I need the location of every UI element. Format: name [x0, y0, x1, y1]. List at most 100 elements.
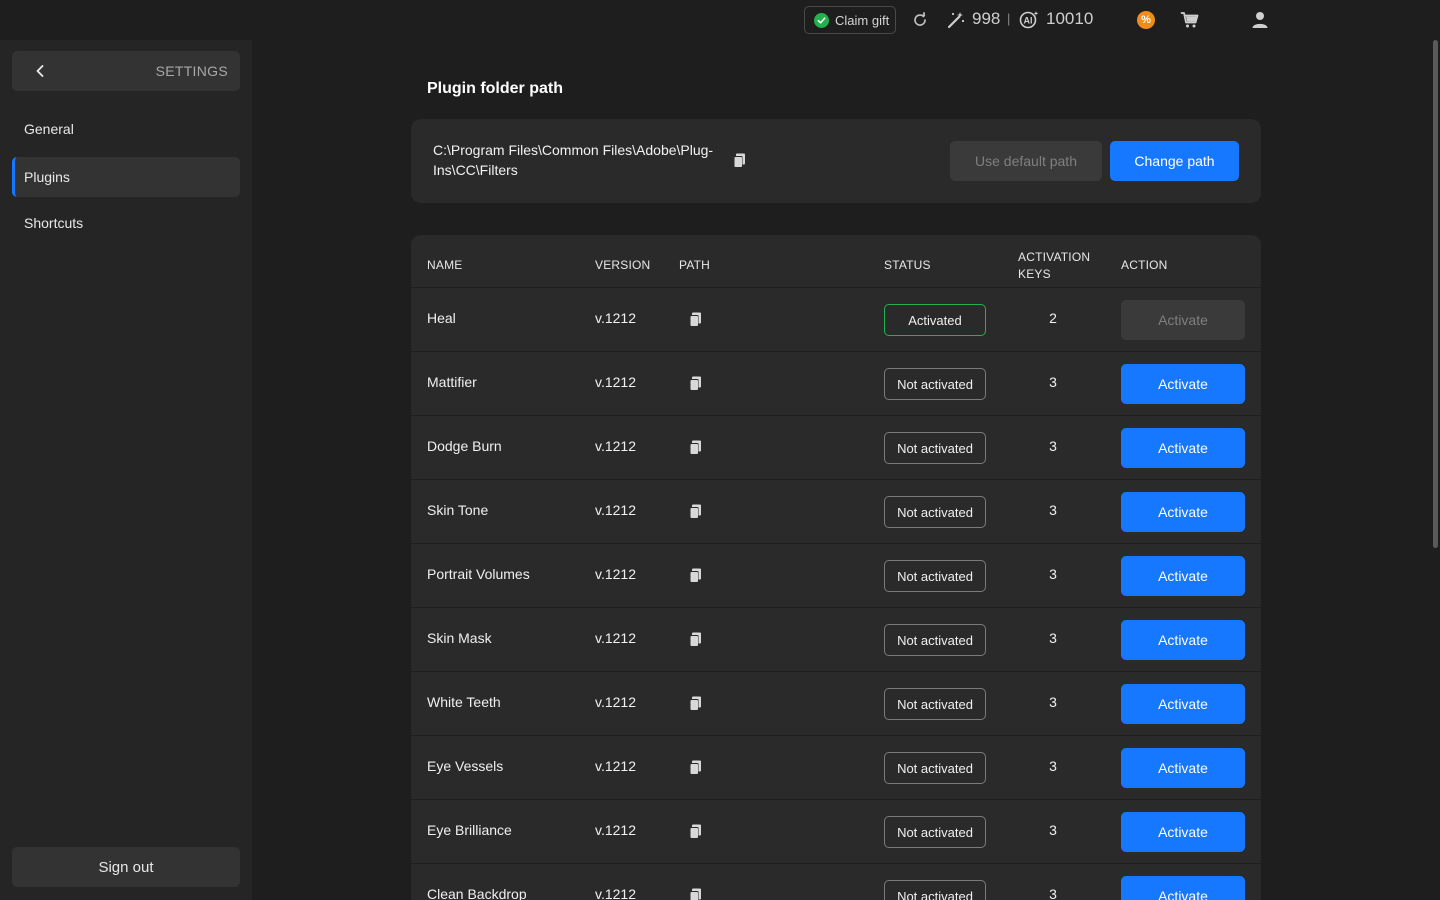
copy-icon[interactable]	[689, 376, 702, 391]
refresh-icon[interactable]	[911, 11, 929, 29]
plugin-version: v.1212	[595, 630, 636, 646]
copy-icon[interactable]	[689, 696, 702, 711]
activation-keys-count: 3	[1049, 758, 1057, 774]
copy-icon[interactable]	[689, 504, 702, 519]
claim-gift-button[interactable]: Claim gift	[804, 6, 896, 34]
column-header-version: VERSION	[595, 258, 651, 272]
activate-button[interactable]: Activate	[1121, 812, 1245, 852]
status-badge: Not activated	[884, 752, 986, 784]
magic-wand-icon	[947, 12, 965, 29]
table-row: Portrait Volumes v.1212 Not activated 3 Acti…	[411, 544, 1261, 608]
copy-icon[interactable]	[689, 888, 702, 900]
check-circle-icon	[814, 12, 829, 28]
settings-header: SETTINGS	[12, 51, 240, 91]
table-row: Clean Backdrop v.1212 Not activated 3 Activa…	[411, 864, 1261, 900]
column-header-activation-keys: ACTIVATION KEYS	[1018, 250, 1091, 281]
plugins-table: NAME VERSION PATH STATUS ACTIVATION KEYS…	[411, 235, 1261, 900]
plugin-version: v.1212	[595, 374, 636, 390]
copy-icon[interactable]	[733, 153, 746, 168]
change-path-button[interactable]: Change path	[1110, 141, 1239, 181]
status-badge: Activated	[884, 304, 986, 336]
activation-keys-count: 3	[1049, 886, 1057, 900]
status-badge: Not activated	[884, 368, 986, 400]
status-badge: Not activated	[884, 560, 986, 592]
activate-button[interactable]: Activate	[1121, 876, 1245, 900]
sidebar-item-general[interactable]: General	[12, 109, 240, 149]
sign-out-button[interactable]: Sign out	[12, 847, 240, 887]
status-badge: Not activated	[884, 624, 986, 656]
status-badge: Not activated	[884, 816, 986, 848]
sidebar-item-shortcuts[interactable]: Shortcuts	[12, 203, 240, 243]
copy-icon[interactable]	[689, 568, 702, 583]
table-row: Eye Brilliance v.1212 Not activated 3 Activa…	[411, 800, 1261, 864]
copy-icon[interactable]	[689, 312, 702, 327]
copy-icon[interactable]	[689, 824, 702, 839]
user-icon[interactable]	[1250, 10, 1270, 30]
copy-icon[interactable]	[689, 632, 702, 647]
plugin-version: v.1212	[595, 694, 636, 710]
sidebar-item-plugins[interactable]: Plugins	[12, 157, 240, 197]
copy-icon[interactable]	[689, 760, 702, 775]
table-row: Skin Tone v.1212 Not activated 3 Activate	[411, 480, 1261, 544]
copy-icon[interactable]	[689, 440, 702, 455]
activate-button[interactable]: Activate	[1121, 684, 1245, 724]
plugin-version: v.1212	[595, 758, 636, 774]
activate-button[interactable]: Activate	[1121, 748, 1245, 788]
claim-gift-label: Claim gift	[835, 12, 890, 28]
plugin-name: Clean Backdrop	[427, 886, 527, 900]
plugin-version: v.1212	[595, 822, 636, 838]
activation-keys-count: 3	[1049, 374, 1057, 390]
activate-button[interactable]: Activate	[1121, 492, 1245, 532]
plugin-name: Skin Tone	[427, 502, 489, 518]
table-row: Mattifier v.1212 Not activated 3 Activate	[411, 352, 1261, 416]
column-header-name: NAME	[427, 258, 463, 272]
status-badge: Not activated	[884, 432, 986, 464]
activate-button[interactable]: Activate	[1121, 364, 1245, 404]
plugin-folder-title: Plugin folder path	[427, 80, 563, 97]
plugin-version: v.1212	[595, 310, 636, 326]
credits-separator: |	[1007, 11, 1011, 26]
activate-button[interactable]: Activate	[1121, 428, 1245, 468]
activate-button[interactable]: Activate	[1121, 556, 1245, 596]
svg-text:AI: AI	[1024, 16, 1033, 26]
plugin-name: White Teeth	[427, 694, 501, 710]
magic-credits-count: 998	[972, 9, 1001, 28]
plugin-version: v.1212	[595, 886, 636, 900]
plugin-version: v.1212	[595, 502, 636, 518]
table-row: Eye Vessels v.1212 Not activated 3 Activate	[411, 736, 1261, 800]
ai-icon: AI	[1019, 11, 1039, 29]
plugin-folder-card: C:\Program Files\Common Files\Adobe\Plug…	[411, 119, 1261, 203]
table-row: Dodge Burn v.1212 Not activated 3 Activate	[411, 416, 1261, 480]
scrollbar-thumb[interactable]	[1433, 40, 1438, 548]
settings-title: SETTINGS	[155, 63, 228, 79]
activation-keys-count: 3	[1049, 630, 1057, 646]
activation-keys-count: 3	[1049, 502, 1057, 518]
status-badge: Not activated	[884, 688, 986, 720]
plugin-name: Dodge Burn	[427, 438, 502, 454]
ai-credits-count: 10010	[1046, 9, 1094, 28]
activation-keys-count: 2	[1049, 310, 1057, 326]
use-default-path-button[interactable]: Use default path	[950, 141, 1102, 181]
plugin-version: v.1212	[595, 438, 636, 454]
status-badge: Not activated	[884, 880, 986, 900]
percent-badge-icon[interactable]: %	[1137, 11, 1155, 29]
plugin-name: Heal	[427, 310, 456, 326]
activate-button[interactable]: Activate	[1121, 620, 1245, 660]
plugin-name: Mattifier	[427, 374, 477, 390]
plugin-name: Eye Vessels	[427, 758, 504, 774]
back-arrow-icon[interactable]	[32, 63, 48, 79]
column-header-status: STATUS	[884, 258, 931, 272]
status-badge: Not activated	[884, 496, 986, 528]
cart-icon[interactable]	[1180, 10, 1200, 30]
plugin-version: v.1212	[595, 566, 636, 582]
settings-sidebar: SETTINGS General Plugins Shortcuts Sign …	[0, 40, 252, 900]
plugin-name: Skin Mask	[427, 630, 492, 646]
plugin-name: Portrait Volumes	[427, 566, 530, 582]
top-bar: Claim gift 998 | AI 10010 %	[0, 0, 1440, 40]
activation-keys-count: 3	[1049, 566, 1057, 582]
column-header-path: PATH	[679, 258, 711, 272]
table-row: Heal v.1212 Activated 2 Activate	[411, 288, 1261, 352]
table-row: Skin Mask v.1212 Not activated 3 Activate	[411, 608, 1261, 672]
plugin-folder-path: C:\Program Files\Common Files\Adobe\Plug…	[433, 142, 714, 178]
activate-button[interactable]: Activate	[1121, 300, 1245, 340]
